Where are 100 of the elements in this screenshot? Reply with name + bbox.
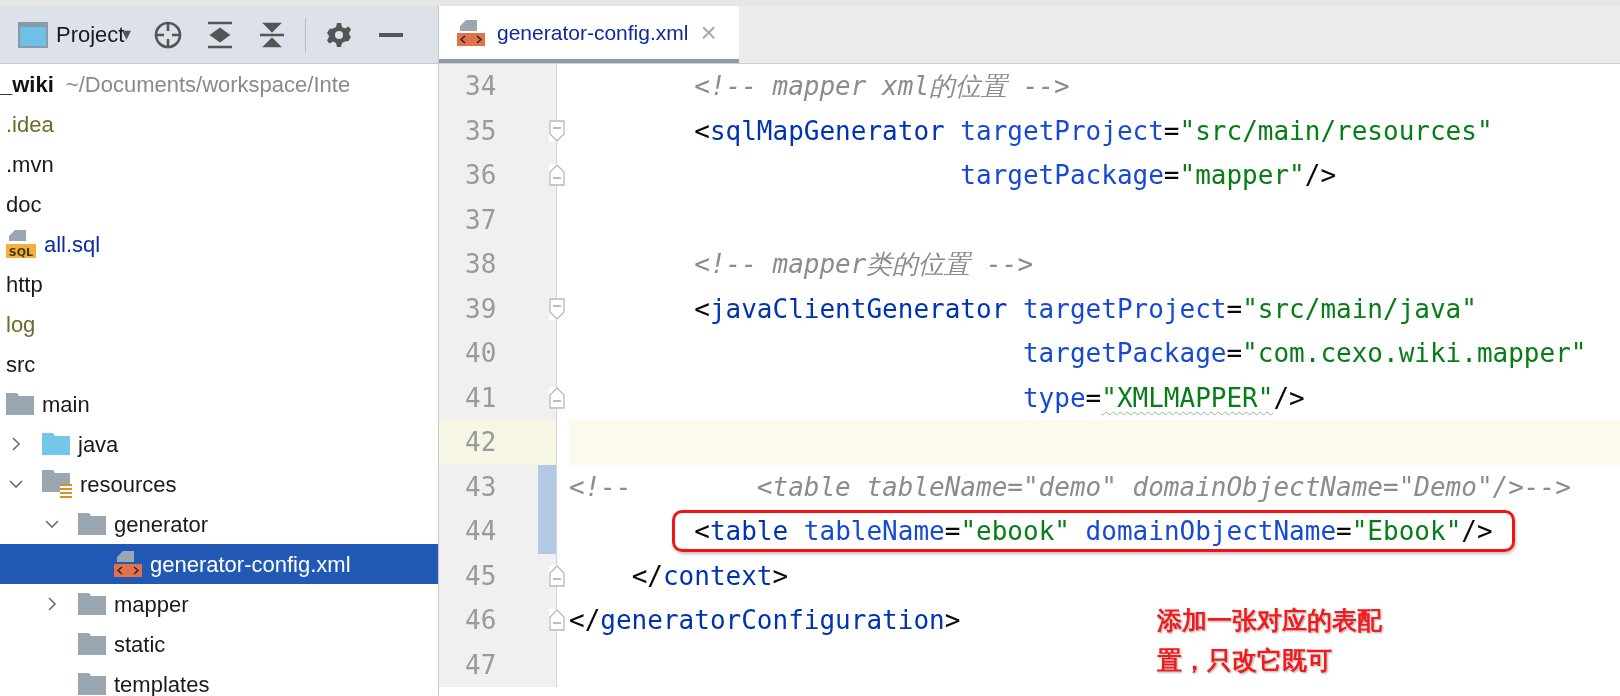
code-token: generatorConfiguration: [600, 605, 945, 635]
code-token: =: [1226, 338, 1243, 368]
item-label: all.sql: [44, 230, 101, 259]
locate-icon[interactable]: [153, 19, 184, 50]
expand-all-icon[interactable]: [207, 20, 234, 49]
line-number: 40: [439, 331, 556, 376]
code-token: context: [662, 560, 773, 591]
item-label: mapper: [114, 590, 189, 619]
code-token: table: [709, 516, 789, 546]
project-name[interactable]: _wiki: [0, 67, 54, 101]
tree-item[interactable]: .idea: [0, 104, 438, 144]
item-label: java: [78, 430, 119, 459]
code-token: </: [631, 560, 663, 591]
folder-icon: [78, 673, 106, 695]
folder-icon: [78, 593, 106, 615]
tree-item[interactable]: mapper: [0, 584, 438, 624]
tree-item[interactable]: src: [0, 344, 438, 384]
item-label: generator-config.xml: [150, 550, 351, 579]
line-number: 45: [439, 553, 556, 598]
folder-icon: [78, 633, 106, 655]
code-token: =: [1226, 293, 1243, 324]
code-token: <: [694, 516, 710, 546]
code-token: =: [1085, 382, 1102, 413]
xml-file-icon: [457, 19, 485, 46]
code-token: "com.cexo.wiki.mapper": [1242, 338, 1587, 368]
tab-label: generator-config.xml: [497, 19, 689, 46]
code-token: targetProject: [960, 115, 1164, 146]
resources-folder-icon: [42, 470, 72, 498]
tree-item[interactable]: main: [0, 384, 438, 424]
code-token: <: [694, 115, 710, 146]
settings-icon[interactable]: [326, 21, 353, 48]
line-number: 39: [439, 286, 556, 331]
line-number: 46: [439, 598, 556, 643]
tree-item[interactable]: resources: [0, 464, 438, 504]
code-token: </: [569, 605, 601, 635]
code-comment: <!-- mapper类的位置 -->: [694, 249, 1034, 279]
line-number: 47: [439, 642, 556, 687]
code-token: targetPackage: [960, 160, 1164, 190]
window-icon: [18, 21, 48, 48]
item-label: doc: [6, 190, 42, 219]
tree-item[interactable]: SQL all.sql: [0, 224, 438, 264]
line-number: 41: [439, 375, 556, 420]
item-label: resources: [80, 470, 177, 499]
code-token: "src/main/resources": [1179, 115, 1493, 146]
line-number: 37: [439, 197, 556, 242]
code-token: =: [944, 516, 961, 546]
minimize-icon[interactable]: [379, 32, 404, 37]
annotation-note: 添加一张对应的表配置，只改它既可: [1157, 605, 1383, 676]
tree-item[interactable]: java: [0, 424, 438, 464]
folder-icon: [42, 433, 70, 455]
tree-item[interactable]: http: [0, 264, 438, 304]
line-number: 35: [439, 108, 556, 153]
code-token: targetProject: [1022, 293, 1227, 324]
line-number: 34: [439, 64, 556, 109]
code-token: javaClientGenerator: [709, 293, 1008, 324]
tree-item[interactable]: generator-config.xml: [0, 544, 438, 584]
item-label: log: [6, 310, 36, 339]
change-marker[interactable]: [538, 509, 556, 554]
item-label: static: [114, 630, 166, 659]
folder-icon: [6, 393, 34, 415]
project-view-dropdown[interactable]: Project▾: [56, 18, 132, 51]
item-label: templates: [114, 670, 210, 696]
item-label: http: [6, 270, 43, 299]
code-token: <: [694, 293, 710, 324]
code-token: "mapper": [1179, 160, 1305, 190]
change-marker[interactable]: [538, 464, 556, 509]
editor-tab[interactable]: generator-config.xml ×: [439, 6, 739, 63]
line-number: 38: [439, 242, 556, 287]
item-label: main: [42, 390, 90, 419]
code-token: />: [1273, 382, 1305, 413]
code-token: type: [1022, 382, 1086, 413]
line-number: 42: [439, 420, 556, 465]
tree-item[interactable]: log: [0, 304, 438, 344]
code-token: =: [1163, 115, 1180, 146]
tree-item[interactable]: doc: [0, 184, 438, 224]
code-token: "XMLMAPPER": [1101, 382, 1274, 413]
tree-item[interactable]: static: [0, 624, 438, 664]
code-token: sqlMapGenerator: [709, 115, 945, 146]
code-token: tableName: [803, 516, 945, 546]
item-label: generator: [114, 510, 209, 539]
tree-item[interactable]: templates: [0, 664, 438, 696]
item-label: .mvn: [6, 150, 54, 179]
code-token: >: [772, 560, 789, 591]
code-token: "ebook": [960, 516, 1070, 546]
line-number: 36: [439, 153, 556, 198]
folder-icon: [78, 513, 106, 535]
code-token: =: [1336, 516, 1352, 546]
tree-item[interactable]: generator: [0, 504, 438, 544]
code-comment: <!-- <table tableName="demo" domainObjectName="Demo"/>-->: [569, 471, 1571, 502]
tree-item[interactable]: .mvn: [0, 144, 438, 184]
collapse-all-icon[interactable]: [259, 20, 286, 49]
line-number: 43: [439, 464, 556, 509]
code-token: =: [1163, 160, 1180, 190]
xml-file-icon: [114, 551, 142, 577]
project-path: ~/Documents/workspace/Inte: [65, 70, 351, 99]
code-token: "src/main/java": [1242, 293, 1477, 324]
code-comment: <!-- mapper xml的位置 -->: [694, 71, 1070, 101]
code-token: domainObjectName: [1085, 516, 1337, 546]
code-token: />: [1304, 160, 1337, 190]
item-label: .idea: [6, 110, 54, 139]
